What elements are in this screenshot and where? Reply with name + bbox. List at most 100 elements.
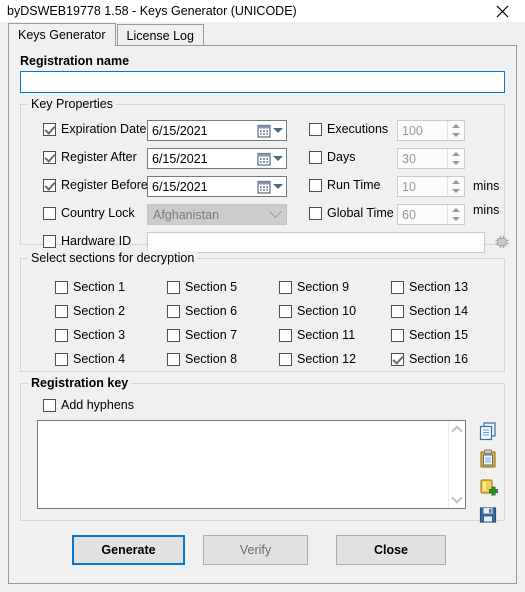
checkbox-section-11[interactable]: Section 11 [279,328,355,342]
spinner-up-button[interactable] [448,121,464,131]
spinner-buttons[interactable] [447,121,464,140]
checkbox-box [167,280,180,294]
date-picker-register-before[interactable]: 6/15/2021 [147,176,287,197]
tab-license-log[interactable]: License Log [116,24,204,46]
spinner-buttons[interactable] [447,149,464,168]
save-icon[interactable] [477,504,499,526]
registration-key-textarea-wrapper[interactable] [37,420,466,509]
checkbox-section-4[interactable]: Section 4 [55,352,125,366]
date-picker-dropdown-button[interactable] [257,180,286,194]
spinner-value: 10 [402,179,416,194]
spinner-days[interactable]: 30 [397,148,465,169]
checkbox-section-14[interactable]: Section 14 [391,304,468,318]
checkbox-label: Global Time [327,206,394,220]
close-icon [496,5,509,17]
checkbox-section-3[interactable]: Section 3 [55,328,125,342]
checkbox-hardware-id[interactable]: Hardware ID [43,234,131,248]
date-value: 6/15/2021 [152,123,208,138]
spinner-down-button[interactable] [448,187,464,197]
hardware-chip-icon[interactable] [493,233,511,251]
date-picker-dropdown-button[interactable] [257,152,286,166]
checkbox-section-6[interactable]: Section 6 [167,304,237,318]
chevron-down-icon [269,205,282,219]
spinner-up-button[interactable] [448,205,464,215]
tab-keys-generator-label: Keys Generator [18,28,106,42]
checkbox-register-before[interactable]: Register Before [43,178,148,192]
spinner-up-button[interactable] [448,149,464,159]
checkbox-box [167,328,180,342]
spinner-global-time[interactable]: 60 [397,204,465,225]
checkbox-section-16[interactable]: Section 16 [391,352,468,366]
date-picker-register-after[interactable]: 6/15/2021 [147,148,287,169]
add-key-icon[interactable] [477,476,499,498]
checkbox-box [391,304,404,318]
checkbox-section-2[interactable]: Section 2 [55,304,125,318]
checkbox-section-5[interactable]: Section 5 [167,280,237,294]
close-button-label: Close [373,543,409,557]
checkbox-box [309,178,322,192]
close-button[interactable]: Close [336,535,446,565]
checkbox-add-hyphens[interactable]: Add hyphens [43,398,134,412]
checkbox-section-12[interactable]: Section 12 [279,352,356,366]
checkbox-global-time[interactable]: Global Time [309,206,394,220]
registration-key-scrollbar[interactable] [448,421,465,508]
checkbox-box [43,398,56,412]
spinner-up-button[interactable] [448,177,464,187]
spinner-down-button[interactable] [448,131,464,141]
checkbox-section-10[interactable]: Section 10 [279,304,356,318]
spinner-down-button[interactable] [448,215,464,225]
checkbox-section-9[interactable]: Section 9 [279,280,349,294]
date-picker-expiration-date[interactable]: 6/15/2021 [147,120,287,141]
triangle-up-icon [452,179,460,184]
checkbox-box [279,280,292,294]
verify-button[interactable]: Verify [203,535,308,565]
checkbox-section-15[interactable]: Section 15 [391,328,468,342]
spinner-buttons[interactable] [447,177,464,196]
country-lock-combobox[interactable]: Afghanistan [147,204,287,225]
checkbox-days[interactable]: Days [309,150,355,164]
checkbox-label: Section 7 [185,328,238,342]
registration-key-title: Registration key [28,376,132,390]
checkbox-box [167,352,180,366]
registration-key-textarea[interactable] [38,421,448,508]
checkbox-label: Section 11 [297,328,356,342]
chevron-down-icon[interactable] [451,492,463,504]
checkbox-box [55,280,68,294]
checkbox-label: Section 14 [409,304,469,318]
spinner-down-button[interactable] [448,159,464,169]
calendar-icon [257,124,271,138]
key-properties-group: Key Properties Expiration Date 6/15/2021 [20,97,509,253]
checkbox-box [391,280,404,294]
registration-name-input[interactable] [20,71,505,93]
checkbox-label: Register Before [61,178,148,192]
checkbox-label: Expiration Date [61,122,147,136]
hardware-id-input[interactable] [147,232,485,253]
checkbox-label: Register After [61,150,137,164]
checkbox-run-time[interactable]: Run Time [309,178,381,192]
chevron-down-icon [273,128,283,133]
date-picker-dropdown-button[interactable] [257,124,286,138]
checkbox-section-1[interactable]: Section 1 [55,280,125,294]
generate-button[interactable]: Generate [72,535,185,565]
checkbox-section-13[interactable]: Section 13 [391,280,468,294]
close-window-button[interactable] [480,0,525,22]
checkbox-executions[interactable]: Executions [309,122,388,136]
spinner-run-time[interactable]: 10 [397,176,465,197]
checkbox-section-8[interactable]: Section 8 [167,352,237,366]
checkbox-box [391,328,404,342]
spinner-buttons[interactable] [447,205,464,224]
checkbox-register-after[interactable]: Register After [43,150,137,164]
sections-group: Select sections for decryption Section 1… [20,251,505,372]
checkbox-section-7[interactable]: Section 7 [167,328,237,342]
checkbox-box [43,150,56,164]
paste-icon[interactable] [477,448,499,470]
checkbox-label: Section 3 [73,328,126,342]
checkbox-country-lock[interactable]: Country Lock [43,206,135,220]
checkbox-expiration-date[interactable]: Expiration Date [43,122,146,136]
copy-icon[interactable] [477,420,499,442]
tab-keys-generator[interactable]: Keys Generator [8,23,116,46]
spinner-value: 100 [402,123,423,138]
spinner-executions[interactable]: 100 [397,120,465,141]
checkbox-label: Section 6 [185,304,238,318]
chevron-up-icon[interactable] [451,425,463,437]
